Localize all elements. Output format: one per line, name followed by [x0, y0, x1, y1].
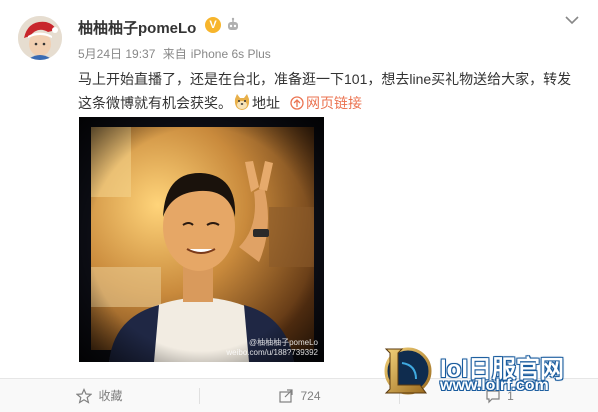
repost-count: 724: [300, 388, 321, 403]
favorite-label: 收藏: [98, 389, 123, 403]
vip-badge: V: [205, 17, 221, 33]
post-text-line-2-content: 这条微博就有机会获奖。: [78, 95, 232, 111]
post-text-line-1: 马上开始直播了，还是在台北，准备逛一下101，想去line买礼物送给大家，转发: [78, 71, 572, 87]
star-icon: [76, 387, 93, 404]
location-label[interactable]: 地址: [252, 95, 280, 111]
post-text: 马上开始直播了，还是在台北，准备逛一下101，想去line买礼物送给大家，转发 …: [78, 67, 578, 115]
avatar[interactable]: [18, 16, 62, 60]
photo-watermark: @柚柚柚子pomeLo weibo.com/u/188?739392: [226, 338, 318, 358]
share-icon: [279, 388, 294, 403]
favorite-button[interactable]: 收藏: [0, 379, 199, 412]
source-prefix: 来自: [162, 47, 187, 61]
repost-button[interactable]: 724: [200, 379, 399, 412]
post-photo[interactable]: @柚柚柚子pomeLo weibo.com/u/188?739392: [79, 117, 324, 362]
doge-emoji-icon: [234, 94, 250, 110]
username[interactable]: 柚柚柚子pomeLo: [78, 17, 196, 38]
league-logo-icon: [384, 347, 432, 395]
site-url: www.lolrf.com: [440, 377, 549, 394]
web-link[interactable]: 网页链接: [306, 95, 362, 111]
watermark-line-2: weibo.com/u/188?739392: [226, 348, 318, 357]
post-source[interactable]: iPhone 6s Plus: [191, 47, 271, 61]
robot-icon: [228, 17, 238, 30]
chevron-down-icon[interactable]: [564, 14, 580, 26]
post-meta: 5月24日 19:37 来自 iPhone 6s Plus: [78, 45, 275, 62]
link-icon: [290, 96, 304, 110]
post-date[interactable]: 5月24日 19:37: [78, 47, 155, 61]
post-text-line-2: 这条微博就有机会获奖。 地址 网页链接: [78, 91, 578, 115]
watermark-line-1: @柚柚柚子pomeLo: [248, 338, 318, 347]
site-banner: lol日服官网 www.lolrf.com: [376, 345, 598, 397]
